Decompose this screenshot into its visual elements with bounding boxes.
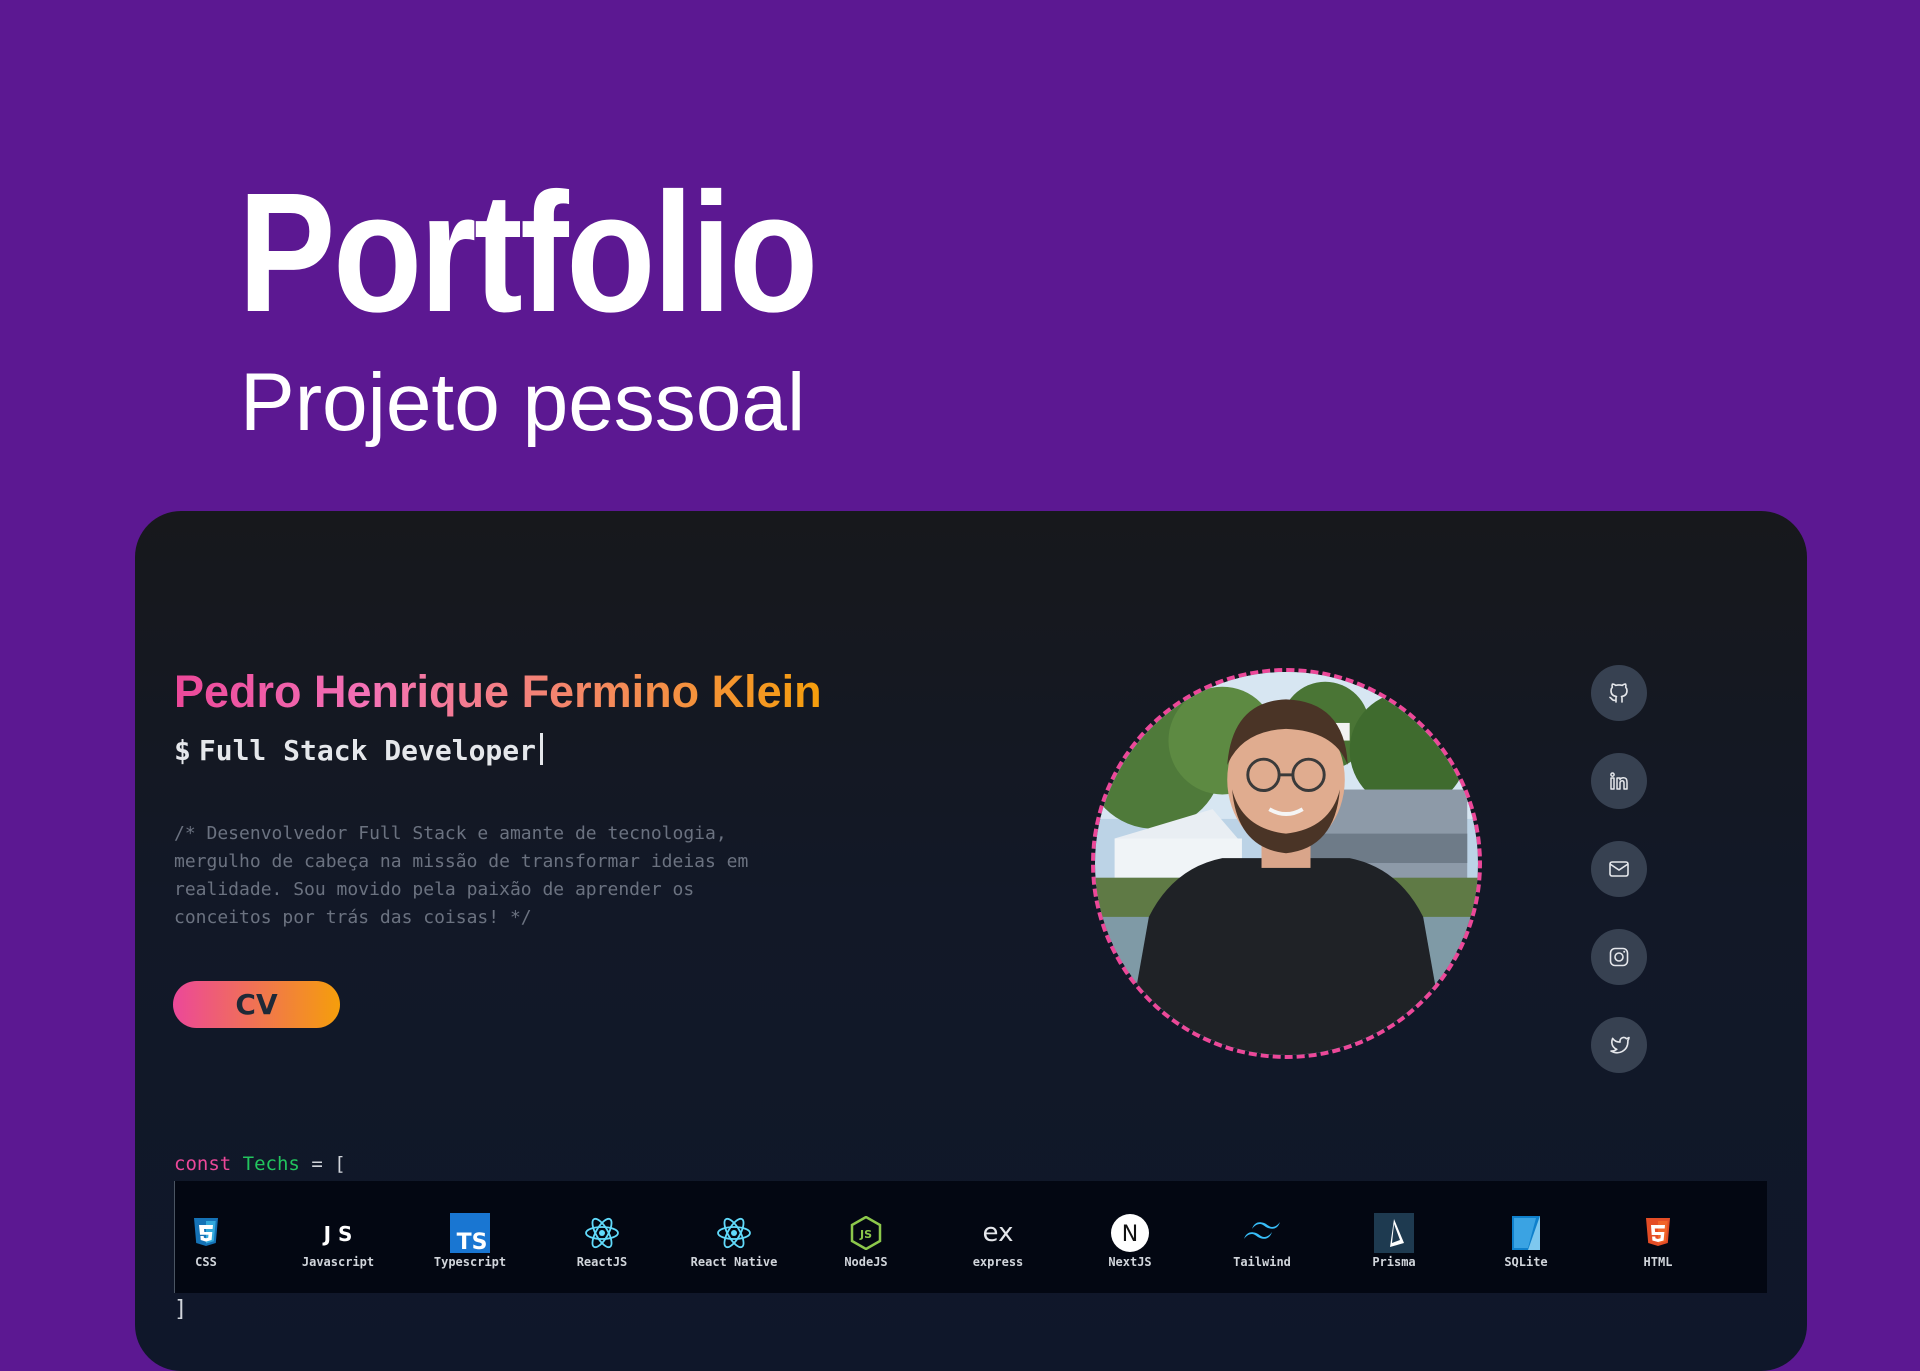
typescript-icon: TS (450, 1213, 490, 1253)
tech-item-react-native: React Native (668, 1181, 800, 1293)
tech-label: Javascript (301, 1255, 375, 1269)
javascript-icon: J S (318, 1213, 358, 1253)
tech-item-html: HTML (1592, 1181, 1724, 1293)
profile-bio: /* Desenvolvedor Full Stack e amante de … (174, 823, 749, 928)
profile-name: Pedro Henrique Fermino Klein (174, 664, 822, 720)
code-variable: Techs (242, 1153, 300, 1175)
linkedin-link[interactable] (1591, 753, 1647, 809)
tech-label: express (972, 1255, 1024, 1269)
tech-item-express: ex express (932, 1181, 1064, 1293)
react-native-icon (714, 1213, 754, 1253)
techs-close-line: ] (174, 1297, 188, 1322)
instagram-icon (1609, 947, 1629, 967)
tech-item-prisma: Prisma (1328, 1181, 1460, 1293)
tech-label: CSS (195, 1255, 217, 1269)
profile-role: $ Full Stack Developer (174, 733, 544, 767)
profile-photo (1095, 672, 1478, 1055)
tech-label: HTML (1643, 1255, 1673, 1269)
tech-item-reactjs: ReactJS (536, 1181, 668, 1293)
react-icon (582, 1213, 622, 1253)
svg-text:TS: TS (457, 1230, 488, 1253)
hero-title: Portfolio (238, 158, 818, 348)
tech-label: React Native (690, 1255, 778, 1269)
typing-cursor (540, 733, 544, 765)
svg-text:J S: J S (322, 1222, 353, 1246)
twitter-link[interactable] (1591, 1017, 1647, 1073)
tech-label: ReactJS (576, 1255, 628, 1269)
linkedin-icon (1610, 772, 1628, 790)
techs-open-line: const Techs = [ (174, 1153, 346, 1175)
github-link[interactable] (1591, 665, 1647, 721)
tech-item-nextjs: N NextJS (1064, 1181, 1196, 1293)
tech-label: NodeJS (844, 1255, 888, 1269)
svg-text:JS: JS (859, 1228, 872, 1241)
nextjs-icon: N (1110, 1213, 1150, 1253)
tech-label: Typescript (433, 1255, 507, 1269)
code-assign: = [ (311, 1153, 346, 1175)
tech-label: SQLite (1504, 1255, 1548, 1269)
github-icon (1609, 683, 1628, 703)
terminal-prompt: $ (174, 734, 191, 767)
express-icon: ex (978, 1213, 1018, 1253)
svg-text:ex: ex (983, 1218, 1014, 1248)
avatar (1091, 668, 1482, 1059)
html-icon (1638, 1213, 1678, 1253)
css-icon (186, 1213, 226, 1253)
instagram-link[interactable] (1591, 929, 1647, 985)
svg-text:N: N (1122, 1222, 1138, 1247)
prisma-icon (1374, 1213, 1414, 1253)
tech-label: Tailwind (1233, 1255, 1291, 1269)
tech-item-sqlite: SQLite (1460, 1181, 1592, 1293)
portfolio-preview-card: Pedro Henrique Fermino Klein $ Full Stack… (135, 511, 1807, 1371)
email-link[interactable] (1591, 841, 1647, 897)
role-text: Full Stack Developer (198, 734, 537, 767)
tailwind-icon (1242, 1213, 1282, 1253)
cv-button[interactable]: CV (173, 981, 340, 1028)
tech-label: NextJS (1108, 1255, 1152, 1269)
code-keyword: const (174, 1153, 232, 1175)
nodejs-icon: JS (846, 1213, 886, 1253)
tech-item-javascript: J S Javascript (272, 1181, 404, 1293)
twitter-icon (1610, 1036, 1630, 1054)
sqlite-icon (1506, 1213, 1546, 1253)
tech-carousel: CSS J S Javascript TS Typescript ReactJS… (174, 1181, 1767, 1293)
hero-subtitle: Projeto pessoal (240, 357, 806, 448)
tech-item-nodejs: JS NodeJS (800, 1181, 932, 1293)
tech-item-tailwind: Tailwind (1196, 1181, 1328, 1293)
tech-item-typescript: TS Typescript (404, 1181, 536, 1293)
tech-item-css: CSS (140, 1181, 272, 1293)
tech-label: Prisma (1372, 1255, 1416, 1269)
mail-icon (1609, 861, 1629, 877)
